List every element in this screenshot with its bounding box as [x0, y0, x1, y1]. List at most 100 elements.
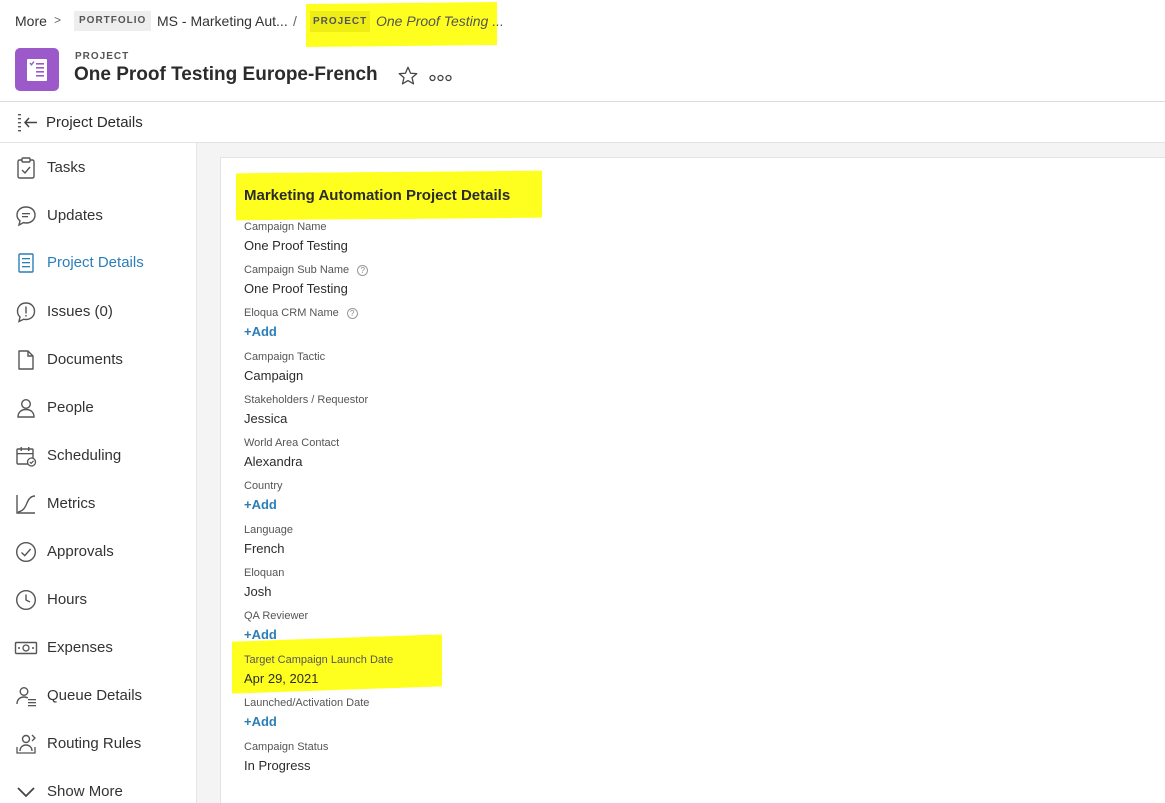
- breadcrumb: More > PORTFOLIO MS - Marketing Aut... /…: [0, 0, 1165, 48]
- sidebar: Tasks Updates Project Details Issues (0)…: [0, 143, 197, 803]
- field-label: World Area Contact: [244, 437, 340, 449]
- sidebar-item-label: Project Details: [47, 254, 144, 271]
- field-value[interactable]: Apr 29, 2021: [244, 671, 393, 687]
- updates-icon: [14, 204, 38, 228]
- sidebar-item-label: Expenses: [47, 639, 113, 656]
- sidebar-item-scheduling[interactable]: Scheduling: [0, 436, 196, 476]
- tasks-icon: [14, 156, 38, 180]
- field-target-launch-date: Target Campaign Launch Date Apr 29, 2021: [244, 653, 393, 687]
- metrics-icon: [14, 492, 38, 516]
- field-label: QA Reviewer: [244, 610, 309, 622]
- sidebar-item-expenses[interactable]: Expenses: [0, 628, 196, 668]
- page-title: One Proof Testing Europe-French: [74, 64, 378, 85]
- documents-icon: [14, 348, 38, 372]
- field-label: Campaign Name: [244, 221, 327, 233]
- sidebar-item-updates[interactable]: Updates: [0, 196, 196, 236]
- field-campaign-tactic: Campaign Tactic Campaign: [244, 350, 325, 384]
- field-country: Country +Add: [244, 479, 283, 514]
- field-value[interactable]: French: [244, 541, 293, 557]
- sidebar-item-label: Show More: [47, 783, 123, 800]
- more-options-icon[interactable]: [429, 70, 453, 88]
- sidebar-item-hours[interactable]: Hours: [0, 580, 196, 620]
- field-qa-reviewer: QA Reviewer +Add: [244, 609, 308, 644]
- sidebar-item-tasks[interactable]: Tasks: [0, 148, 196, 188]
- field-label: Eloqua CRM Name: [244, 307, 339, 319]
- sidebar-item-label: Tasks: [47, 159, 86, 176]
- hours-icon: [14, 588, 38, 612]
- sidebar-item-issues[interactable]: Issues (0): [0, 292, 196, 332]
- field-launched-activation-date: Launched/Activation Date +Add: [244, 696, 369, 731]
- routing-icon: [14, 732, 38, 756]
- field-label: Campaign Status: [244, 741, 329, 753]
- header-divider: [0, 101, 1165, 102]
- sidebar-item-label: Updates: [47, 207, 103, 224]
- field-value[interactable]: Campaign: [244, 368, 325, 384]
- sidebar-item-routing-rules[interactable]: Routing Rules: [0, 724, 196, 764]
- sidebar-item-metrics[interactable]: Metrics: [0, 484, 196, 524]
- breadcrumb-separator: >: [54, 13, 62, 27]
- field-label: Stakeholders / Requestor: [244, 394, 369, 406]
- field-world-area-contact: World Area Contact Alexandra: [244, 436, 339, 470]
- queue-icon: [14, 684, 38, 708]
- sidebar-item-label: People: [47, 399, 94, 416]
- sidebar-item-approvals[interactable]: Approvals: [0, 532, 196, 572]
- sidebar-item-label: Issues (0): [47, 303, 113, 320]
- field-label: Language: [244, 524, 293, 536]
- section-title: Marketing Automation Project Details: [244, 187, 511, 204]
- help-icon[interactable]: ?: [346, 307, 358, 319]
- field-value[interactable]: One Proof Testing: [244, 281, 368, 297]
- people-icon: [14, 396, 38, 420]
- sidebar-item-project-details[interactable]: Project Details: [0, 243, 196, 283]
- sidebar-item-label: Documents: [47, 351, 123, 368]
- sidebar-item-label: Routing Rules: [47, 735, 142, 752]
- add-value-button[interactable]: +Add: [244, 627, 277, 642]
- star-icon[interactable]: [397, 65, 419, 92]
- project-type-label: PROJECT: [75, 51, 130, 62]
- field-label: Country: [244, 480, 283, 492]
- sidebar-item-people[interactable]: People: [0, 388, 196, 428]
- field-label: Target Campaign Launch Date: [244, 654, 394, 666]
- details-icon: [14, 251, 38, 275]
- collapse-sidebar-icon[interactable]: [17, 112, 39, 137]
- expenses-icon: [14, 636, 38, 660]
- sidebar-item-label: Metrics: [47, 495, 96, 512]
- breadcrumb-project-link[interactable]: One Proof Testing ...: [376, 13, 504, 29]
- add-value-button[interactable]: +Add: [244, 324, 277, 339]
- field-campaign-status: Campaign Status In Progress: [244, 740, 328, 774]
- breadcrumb-slash: /: [293, 13, 297, 29]
- field-value[interactable]: Jessica: [244, 411, 368, 427]
- field-value[interactable]: In Progress: [244, 758, 328, 774]
- breadcrumb-more-link[interactable]: More: [15, 13, 47, 29]
- field-label: Campaign Tactic: [244, 351, 326, 363]
- portfolio-tag: PORTFOLIO: [74, 11, 152, 31]
- field-stakeholders: Stakeholders / Requestor Jessica: [244, 393, 368, 427]
- field-campaign-sub-name: Campaign Sub Name ? One Proof Testing: [244, 263, 369, 297]
- field-eloqua-crm-name: Eloqua CRM Name ? +Add: [244, 306, 358, 341]
- sidebar-item-documents[interactable]: Documents: [0, 340, 196, 380]
- sidebar-item-label: Approvals: [47, 543, 114, 560]
- field-label: Campaign Sub Name: [244, 264, 350, 276]
- subheader-title: Project Details: [46, 114, 143, 131]
- help-icon[interactable]: ?: [357, 264, 369, 276]
- breadcrumb-portfolio-link[interactable]: MS - Marketing Aut...: [157, 13, 288, 29]
- field-eloquan: Eloquan Josh: [244, 566, 284, 600]
- field-label: Eloquan: [244, 567, 285, 579]
- field-label: Launched/Activation Date: [244, 697, 370, 709]
- scheduling-icon: [14, 444, 38, 468]
- chevron-down-icon: [14, 780, 38, 803]
- field-value[interactable]: Josh: [244, 584, 284, 600]
- field-campaign-name: Campaign Name One Proof Testing: [244, 220, 348, 254]
- add-value-button[interactable]: +Add: [244, 714, 277, 729]
- sidebar-show-more[interactable]: Show More: [0, 772, 196, 803]
- field-value[interactable]: Alexandra: [244, 454, 339, 470]
- project-tag: PROJECT: [310, 11, 371, 32]
- sidebar-item-label: Queue Details: [47, 687, 143, 704]
- sidebar-item-label: Hours: [47, 591, 88, 608]
- sidebar-item-label: Scheduling: [47, 447, 122, 464]
- field-value[interactable]: One Proof Testing: [244, 238, 348, 254]
- field-language: Language French: [244, 523, 293, 557]
- project-document-icon: [15, 48, 59, 91]
- add-value-button[interactable]: +Add: [244, 497, 277, 512]
- sidebar-item-queue-details[interactable]: Queue Details: [0, 676, 196, 716]
- approvals-icon: [14, 540, 38, 564]
